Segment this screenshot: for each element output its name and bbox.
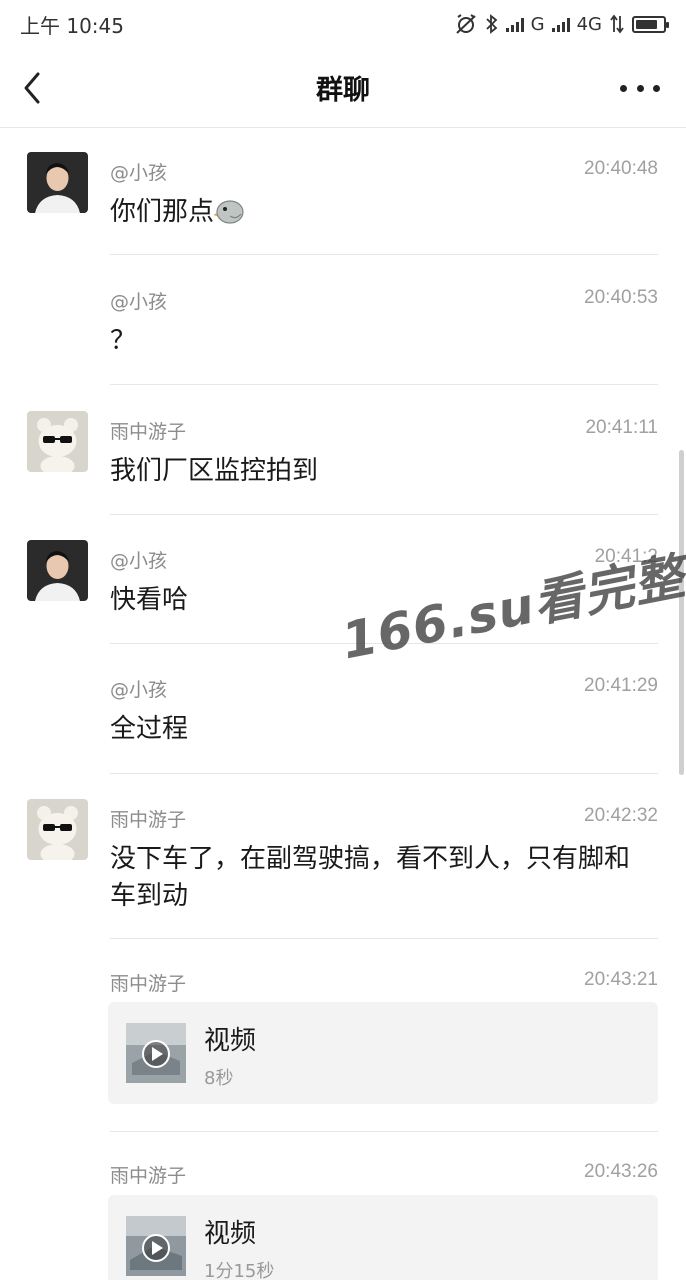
message-divider	[110, 384, 658, 385]
message-time: 20:43:26	[584, 1161, 658, 1182]
bluetooth-icon	[486, 14, 497, 34]
message-text: 全过程	[110, 714, 189, 744]
message-time: 20:43:21	[584, 969, 658, 990]
message-time: 20:41:29	[584, 675, 658, 696]
network-g-label: G	[530, 13, 545, 35]
sender-name: 雨中游子	[110, 421, 187, 443]
bird-emoji	[213, 200, 244, 224]
sender-name: 雨中游子	[110, 1165, 187, 1187]
nav-bar: 群聊	[0, 48, 686, 128]
more-dots-icon[interactable]	[620, 76, 660, 100]
video-message-card[interactable]: 视频 8秒	[108, 1002, 658, 1104]
sender-name: 雨中游子	[110, 809, 187, 831]
network-4g-label: 4G	[576, 13, 602, 35]
data-arrows-icon	[610, 14, 624, 34]
status-time: 上午 10:45	[20, 13, 124, 38]
bear-avatar[interactable]	[27, 411, 88, 472]
sender-name: @小孩	[110, 291, 168, 313]
battery-icon	[632, 15, 669, 33]
message-time: 20:41:11	[585, 417, 658, 438]
video-duration: 1分15秒	[204, 1261, 275, 1280]
page-title: 群聊	[316, 75, 370, 106]
message-divider	[110, 254, 658, 255]
message-divider	[110, 773, 658, 774]
status-icons: G 4G	[454, 13, 669, 35]
bear-avatar[interactable]	[27, 799, 88, 860]
sender-name: @小孩	[110, 679, 168, 701]
sender-name: @小孩	[110, 550, 168, 572]
scrollbar[interactable]	[679, 450, 684, 775]
message-divider	[110, 1131, 658, 1132]
message-divider	[110, 514, 658, 515]
message-time: 20:42:32	[584, 805, 658, 826]
back-chevron-icon[interactable]	[18, 70, 50, 106]
boy-avatar[interactable]	[27, 540, 88, 601]
sender-name: 雨中游子	[110, 973, 187, 995]
video-thumbnail	[126, 1216, 186, 1276]
video-title: 视频	[204, 1219, 257, 1249]
message-text: 我们厂区监控拍到	[110, 456, 319, 486]
video-duration: 8秒	[204, 1068, 234, 1089]
message-time: 20:40:53	[584, 287, 658, 308]
sender-name: @小孩	[110, 162, 168, 184]
alarm-off-icon	[455, 14, 476, 34]
message-text: 你们那点	[110, 194, 650, 231]
signal-icon	[505, 16, 524, 32]
message-divider	[110, 938, 658, 939]
video-title: 视频	[204, 1026, 257, 1056]
watermark-text: 166.su看完整版	[337, 537, 686, 671]
signal-icon	[551, 16, 570, 32]
video-thumbnail	[126, 1023, 186, 1083]
status-bar: 上午 10:45 G 4G	[0, 0, 686, 48]
message-time: 20:40:48	[584, 158, 658, 179]
boy-avatar[interactable]	[27, 152, 88, 213]
message-text: ？	[110, 326, 137, 356]
message-text: 没下车了，在副驾驶搞，看不到人，只有脚和车到动	[110, 844, 631, 911]
video-message-card[interactable]: 视频 1分15秒	[108, 1195, 658, 1280]
